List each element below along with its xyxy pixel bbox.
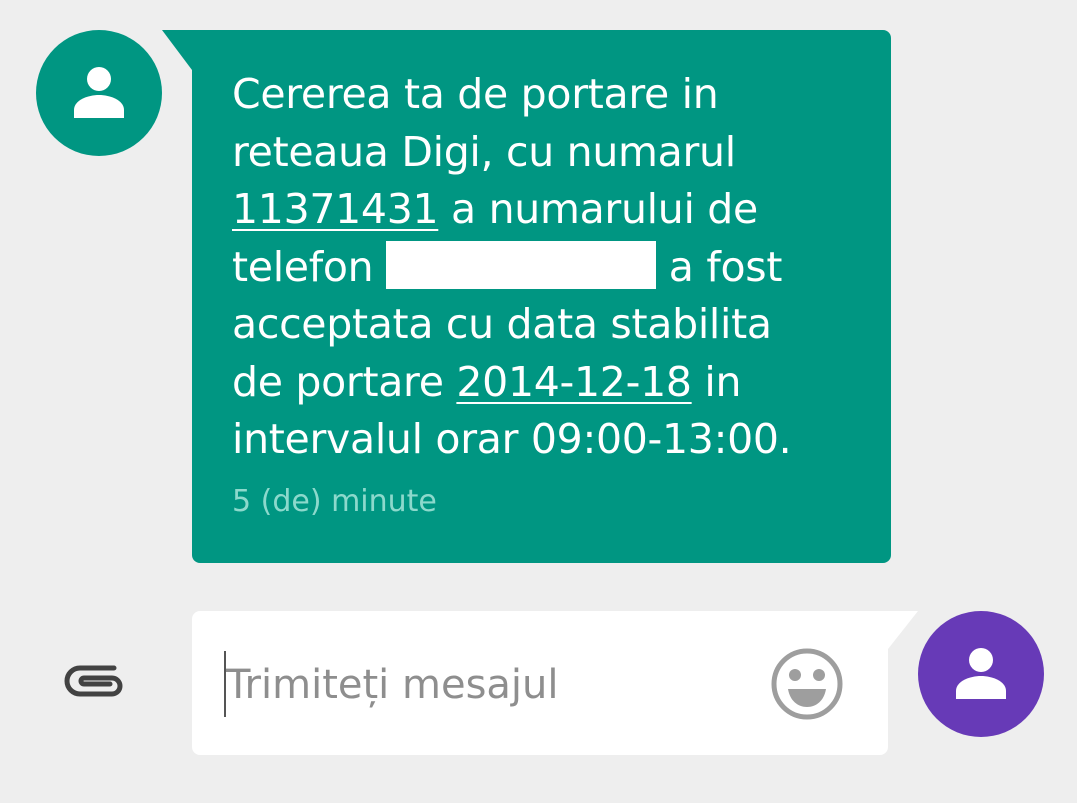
redacted-phone-number xyxy=(386,240,657,289)
message-text: Cererea ta de portare in reteaua Digi, c… xyxy=(232,66,872,469)
message-line: 11371431 a numarului de xyxy=(232,181,872,239)
compose-box[interactable] xyxy=(192,611,888,755)
message-line: intervalul orar 09:00-13:00. xyxy=(232,415,792,463)
bubble-tail xyxy=(162,30,192,70)
message-line: reteaua Digi, cu numarul xyxy=(232,127,736,176)
self-avatar[interactable] xyxy=(918,611,1044,737)
compose-tail xyxy=(888,611,918,649)
message-line: acceptata cu data stabilita xyxy=(232,300,772,348)
message-fragment: a numarului de xyxy=(438,185,758,233)
paperclip-icon xyxy=(64,665,123,697)
smiley-icon xyxy=(771,648,843,720)
message-input[interactable] xyxy=(226,657,746,713)
portare-date-link[interactable]: 2014-12-18 xyxy=(456,358,692,406)
message-fragment: telefon xyxy=(232,242,387,291)
message-line: Cererea ta de portare in xyxy=(232,70,719,118)
attach-button[interactable] xyxy=(64,664,126,704)
message-line: telefon a fost xyxy=(232,239,872,297)
message-fragment: in xyxy=(691,357,742,406)
message-fragment: a fost xyxy=(656,242,783,291)
message-timestamp: 5 (de) minute xyxy=(232,484,437,519)
incoming-message-bubble[interactable]: Cererea ta de portare in reteaua Digi, c… xyxy=(192,30,891,563)
portare-number-link[interactable]: 11371431 xyxy=(232,185,439,233)
message-fragment: de portare xyxy=(232,357,457,406)
message-line: de portare 2014-12-18 in xyxy=(232,354,872,412)
person-icon xyxy=(956,648,1006,699)
sender-avatar[interactable] xyxy=(36,30,162,156)
emoji-button[interactable] xyxy=(770,647,844,725)
person-icon xyxy=(74,67,124,118)
